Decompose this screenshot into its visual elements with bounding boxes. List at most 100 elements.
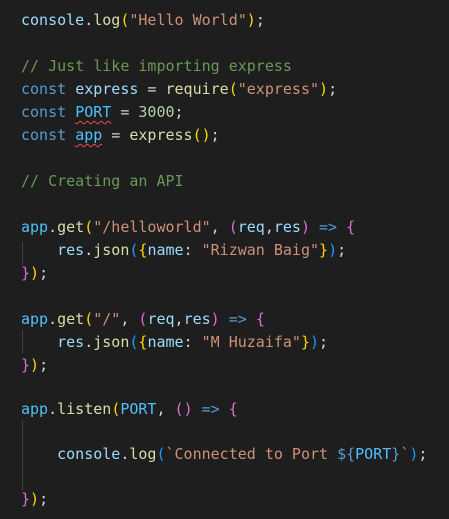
token: . — [84, 11, 94, 29]
code-line-11[interactable]: res.json({name: "Rizwan Baig"}); — [21, 239, 346, 262]
code-line-16[interactable]: }); — [21, 354, 48, 377]
token: app — [75, 126, 103, 144]
token: ; — [328, 80, 338, 98]
token: { — [228, 400, 238, 418]
token: ${ — [337, 445, 356, 463]
token: . — [84, 333, 94, 351]
token: req — [237, 218, 265, 236]
token: ) — [310, 333, 320, 351]
token: ) — [30, 490, 40, 508]
token: { — [255, 310, 265, 328]
token: ; — [210, 126, 220, 144]
token: app — [21, 400, 49, 418]
token: log — [129, 445, 157, 463]
token: ; — [39, 356, 49, 374]
token: } — [300, 333, 310, 351]
token: name — [147, 333, 184, 351]
token: res — [57, 333, 85, 351]
token: log — [93, 11, 121, 29]
token: , — [156, 400, 175, 418]
token: res — [273, 218, 301, 236]
token: : — [183, 333, 202, 351]
token: = — [111, 103, 139, 121]
token: : — [183, 241, 202, 259]
token: const — [21, 126, 67, 144]
code-line-10[interactable]: app.get("/helloworld", (req,res) => { — [21, 216, 355, 239]
token: , — [174, 310, 184, 328]
token: ) — [300, 218, 310, 236]
token: , — [264, 218, 274, 236]
token: ( — [84, 310, 94, 328]
token: } — [21, 356, 31, 374]
token: . — [48, 400, 58, 418]
code-editor[interactable]: console.log("Hello World"); // Just like… — [0, 0, 449, 519]
token: , — [120, 310, 139, 328]
token: ; — [319, 333, 329, 351]
token: ( — [156, 445, 166, 463]
code-line-20[interactable]: console.log(`Connected to Port ${PORT}`)… — [21, 443, 427, 466]
token: ; — [39, 264, 49, 282]
token: => — [310, 218, 347, 236]
token: . — [48, 310, 58, 328]
code-line-22[interactable]: }); — [21, 488, 48, 511]
comment: // Creating an API — [21, 172, 184, 190]
token: PORT — [120, 400, 157, 418]
token: ) — [246, 11, 256, 29]
token: ) — [183, 400, 193, 418]
code-line-5[interactable]: const PORT = 3000; — [21, 101, 184, 124]
token: "/" — [93, 310, 121, 328]
token: PORT — [355, 445, 392, 463]
token: "/helloworld" — [93, 218, 211, 236]
token: ( — [228, 80, 238, 98]
token: ( — [111, 400, 121, 418]
token: require — [165, 80, 229, 98]
token: 3000 — [138, 103, 175, 121]
token: "express" — [237, 80, 320, 98]
token: "M Huzaifa" — [201, 333, 301, 351]
token: => — [192, 400, 229, 418]
token: name — [147, 241, 184, 259]
token: req — [147, 310, 175, 328]
token: ) — [319, 80, 329, 98]
token: => — [219, 310, 256, 328]
token: get — [57, 310, 85, 328]
token: ( — [84, 218, 94, 236]
code-line-3[interactable]: // Just like importing express — [21, 55, 292, 78]
token: ( — [174, 400, 184, 418]
token: ) — [328, 241, 338, 259]
token: express — [75, 80, 139, 98]
token: } — [319, 241, 329, 259]
token: res — [57, 241, 85, 259]
code-line-8[interactable]: // Creating an API — [21, 170, 184, 193]
code-line-12[interactable]: }); — [21, 262, 48, 285]
code-line-15[interactable]: res.json({name: "M Huzaifa"}); — [21, 331, 328, 354]
token: ; — [337, 241, 347, 259]
token: listen — [57, 400, 112, 418]
token: ; — [174, 103, 184, 121]
token: ; — [418, 445, 428, 463]
token: ( — [228, 218, 238, 236]
code-line-1[interactable]: console.log("Hello World"); — [21, 9, 265, 32]
token: console — [21, 11, 85, 29]
code-line-14[interactable]: app.get("/", (req,res) => { — [21, 308, 265, 331]
token: "Rizwan Baig" — [201, 241, 320, 259]
token: = — [102, 126, 130, 144]
token: const — [21, 80, 67, 98]
token: res — [183, 310, 211, 328]
token: get — [57, 218, 85, 236]
token: const — [21, 103, 67, 121]
token: ; — [255, 11, 265, 29]
token: app — [21, 218, 49, 236]
code-line-6[interactable]: const app = express(); — [21, 124, 220, 147]
code-line-4[interactable]: const express = require("express"); — [21, 78, 337, 101]
token: `Connected to Port — [165, 445, 338, 463]
token: express — [129, 126, 193, 144]
token: . — [84, 241, 94, 259]
token: ) — [201, 126, 211, 144]
token: . — [48, 218, 58, 236]
code-line-18[interactable]: app.listen(PORT, () => { — [21, 398, 238, 421]
token: json — [93, 333, 130, 351]
